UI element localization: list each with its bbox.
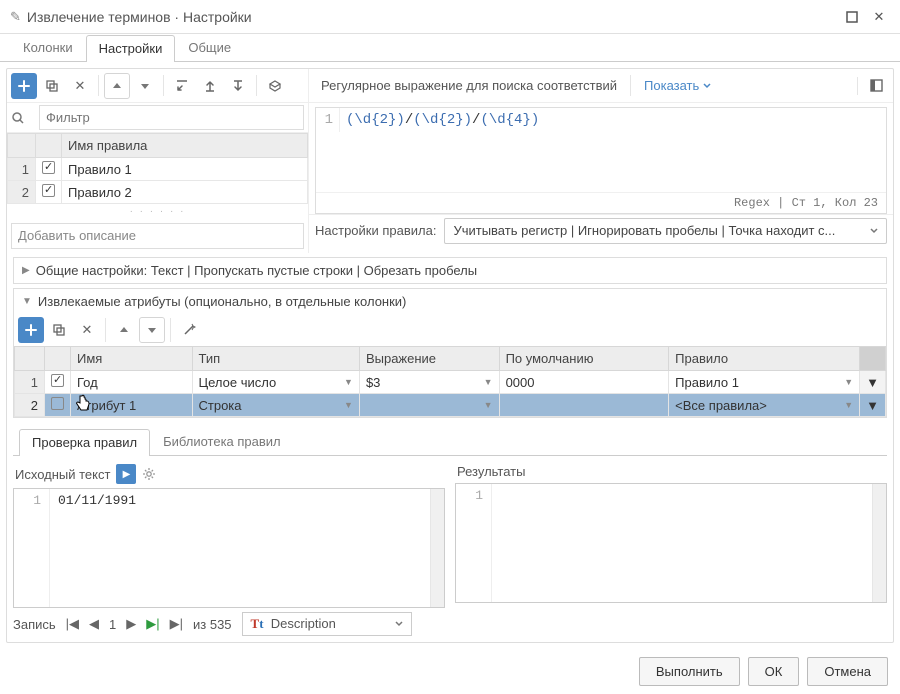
rules-header-name[interactable]: Имя правила — [62, 134, 308, 158]
regex-editor[interactable]: 1 (\d{2})/(\d{2})/(\d{4}) Regex | Ст 1, … — [315, 107, 887, 214]
rules-table: Имя правила 1 Правило 1 2 Правило 2 — [7, 133, 308, 204]
move-up-button[interactable] — [104, 73, 130, 99]
import-button[interactable] — [169, 73, 195, 99]
test-settings-button[interactable] — [142, 467, 156, 481]
table-row[interactable]: 1 Правило 1 — [8, 158, 308, 181]
attrs-h-name[interactable]: Имя — [71, 347, 193, 371]
rule-name-cell[interactable]: Правило 1 — [62, 158, 308, 181]
regex-column: Регулярное выражение для поиска соответс… — [309, 69, 893, 253]
last-button[interactable]: ▶| — [170, 616, 183, 632]
attributes-toolbar: ✕ — [14, 314, 886, 346]
pager: Запись |◀ ◀ 1 ▶ ▶| ▶| из 535 Tt Descript… — [13, 612, 887, 636]
run-button[interactable]: Выполнить — [639, 657, 740, 686]
copy-rule-button[interactable] — [39, 73, 65, 99]
attr-checkbox[interactable] — [51, 397, 64, 410]
results-editor: 1 — [455, 483, 887, 603]
window-title: Извлечение терминов · Настройки — [27, 9, 846, 25]
filter-row — [7, 103, 308, 133]
rules-column: ✕ Имя правила — [7, 69, 309, 253]
dialog-footer: Выполнить ОК Отмена — [0, 649, 900, 694]
cancel-button[interactable]: Отмена — [807, 657, 888, 686]
layout-button[interactable] — [863, 73, 889, 99]
move-attr-down[interactable] — [139, 317, 165, 343]
attributes-panel: ✕ Имя Тип Выражение По умолчанию Правило — [13, 314, 887, 418]
first-button[interactable]: |◀ — [66, 616, 79, 632]
rule-checkbox[interactable] — [42, 184, 55, 197]
rule-checkbox[interactable] — [42, 161, 55, 174]
section-general[interactable]: ▶ Общие настройки: Текст | Пропускать пу… — [13, 257, 887, 284]
tab-test[interactable]: Проверка правил — [19, 429, 150, 456]
rule-settings-dropdown[interactable]: Учитывать регистр | Игнорировать пробелы… — [444, 218, 887, 244]
titlebar: ✎ Извлечение терминов · Настройки ✕ — [0, 0, 900, 34]
delete-attr-button[interactable]: ✕ — [74, 317, 100, 343]
tab-columns[interactable]: Колонки — [10, 34, 86, 61]
scrollbar[interactable] — [872, 484, 886, 602]
package-button[interactable] — [262, 73, 288, 99]
text-type-icon: Tt — [251, 616, 264, 631]
prev-button[interactable]: ◀ — [89, 616, 99, 632]
description-input[interactable]: Добавить описание — [11, 223, 304, 249]
table-row[interactable]: 2 Правило 2 — [8, 181, 308, 204]
top-tabs: Колонки Настройки Общие — [0, 34, 900, 62]
source-column: Исходный текст ▶ 1 01/11/1991 — [13, 460, 445, 608]
filter-input[interactable] — [39, 105, 304, 130]
add-attr-button[interactable] — [18, 317, 44, 343]
tab-settings[interactable]: Настройки — [86, 35, 176, 62]
tab-general[interactable]: Общие — [175, 34, 244, 61]
attrs-h-expr[interactable]: Выражение — [359, 347, 499, 371]
rule-settings-row: Настройки правила: Учитывать регистр | И… — [309, 214, 893, 246]
table-row[interactable]: 1 Год Целое число▼ $3▼ 0000 Правило 1▼ ▼ — [15, 371, 886, 394]
upload-button[interactable] — [197, 73, 223, 99]
wand-button[interactable] — [176, 317, 202, 343]
move-attr-up[interactable] — [111, 317, 137, 343]
scrollbar[interactable] — [430, 489, 444, 607]
regex-toolbar: Регулярное выражение для поиска соответс… — [309, 69, 893, 103]
next-match-button[interactable]: ▶| — [146, 616, 159, 632]
close-button[interactable]: ✕ — [868, 9, 890, 25]
search-icon — [11, 111, 35, 125]
rules-toolbar: ✕ — [7, 69, 308, 103]
move-down-button[interactable] — [132, 73, 158, 99]
attributes-table: Имя Тип Выражение По умолчанию Правило 1… — [14, 346, 886, 417]
attrs-h-type[interactable]: Тип — [192, 347, 359, 371]
attrs-h-def[interactable]: По умолчанию — [499, 347, 669, 371]
download-button[interactable] — [225, 73, 251, 99]
chevron-down-icon: ▼ — [22, 296, 32, 307]
show-dropdown[interactable]: Показать — [636, 78, 719, 93]
rule-name-cell[interactable]: Правило 2 — [62, 181, 308, 204]
current-record[interactable]: 1 — [109, 617, 116, 632]
attrs-h-rule[interactable]: Правило — [669, 347, 860, 371]
results-column: Результаты 1 — [455, 460, 887, 608]
delete-rule-button[interactable]: ✕ — [67, 73, 93, 99]
tab-library[interactable]: Библиотека правил — [150, 428, 294, 455]
run-test-button[interactable]: ▶ — [116, 464, 136, 484]
ok-button[interactable]: ОК — [748, 657, 800, 686]
source-title: Исходный текст — [15, 467, 110, 482]
source-editor[interactable]: 1 01/11/1991 — [13, 488, 445, 608]
test-area: Исходный текст ▶ 1 01/11/1991 Результаты… — [13, 460, 887, 608]
next-button[interactable]: ▶ — [126, 616, 136, 632]
settings-panel: ✕ Имя правила — [6, 68, 894, 643]
attr-checkbox[interactable] — [51, 374, 64, 387]
add-rule-button[interactable] — [11, 73, 37, 99]
table-row[interactable]: 2 Атрибут 1 Строка▼ ▼ <Все правила>▼ ▼ — [15, 394, 886, 417]
results-title: Результаты — [457, 464, 525, 479]
field-selector[interactable]: Tt Description — [242, 612, 412, 636]
edit-icon: ✎ — [10, 9, 21, 25]
copy-attr-button[interactable] — [46, 317, 72, 343]
drag-handle[interactable]: · · · · · · — [7, 204, 308, 219]
maximize-button[interactable] — [846, 11, 868, 23]
chevron-right-icon: ▶ — [22, 265, 30, 276]
section-attributes[interactable]: ▼ Извлекаемые атрибуты (опционально, в о… — [13, 288, 887, 314]
regex-status: Regex | Ст 1, Кол 23 — [316, 192, 886, 213]
regex-label: Регулярное выражение для поиска соответс… — [313, 78, 625, 93]
lower-tabs: Проверка правил Библиотека правил — [13, 428, 887, 456]
